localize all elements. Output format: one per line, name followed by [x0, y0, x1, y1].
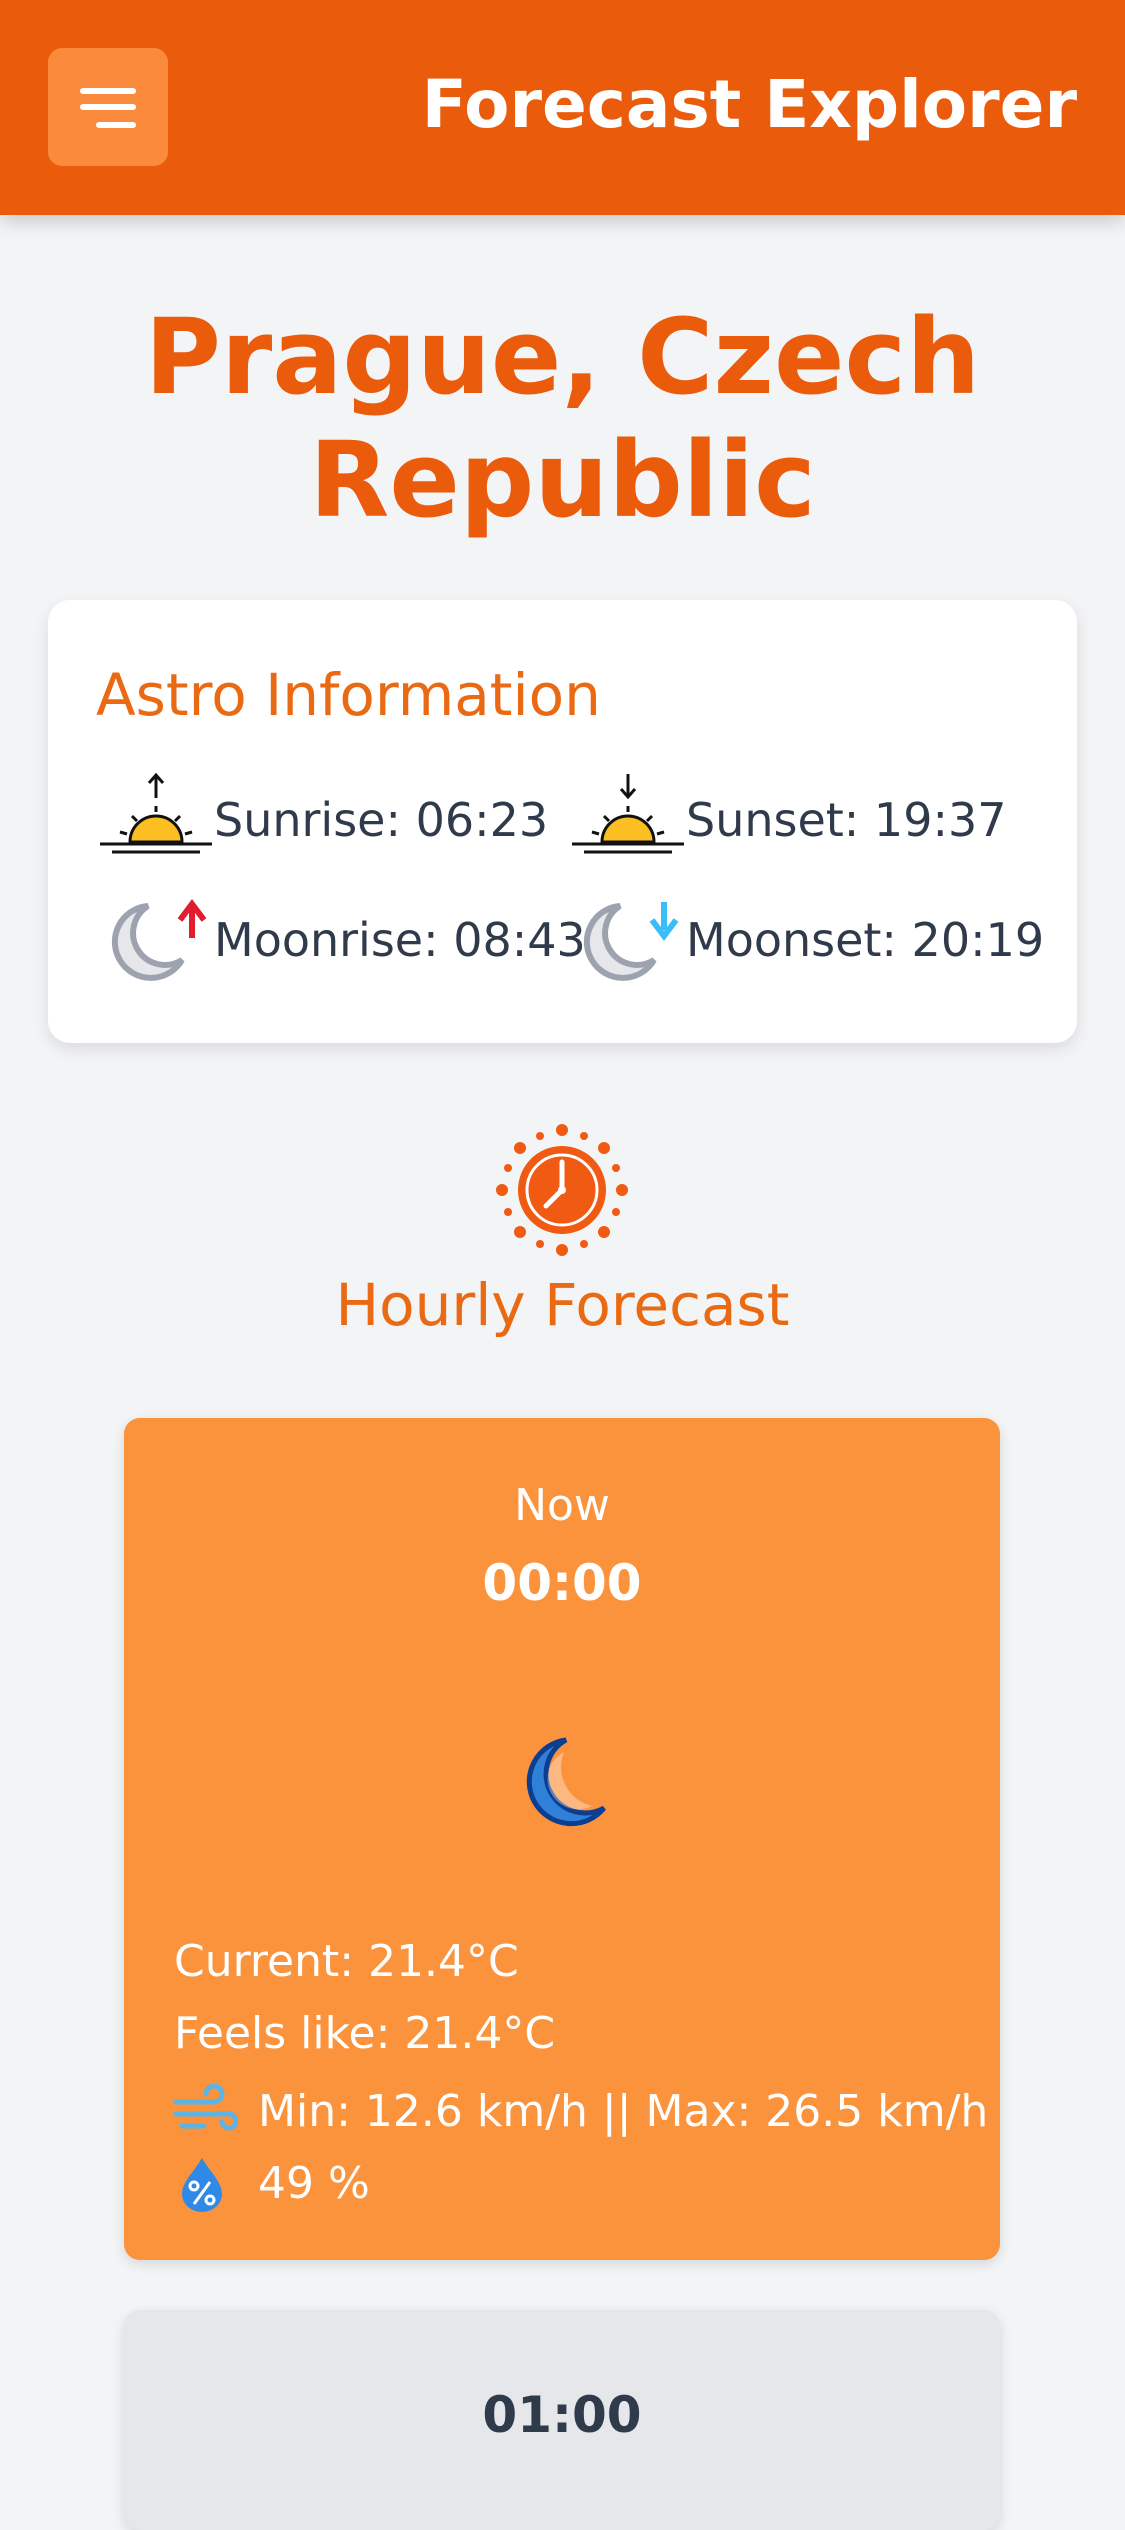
feels-like-temperature: Feels like: 21.4°C: [174, 2008, 556, 2059]
moonrise-icon: [111, 899, 207, 981]
sunset-text: Sunset: 19:37: [686, 793, 1007, 847]
moonrise-text: Moonrise: 08:43: [214, 913, 586, 967]
astro-sunset: Sunset: 19:37: [568, 770, 1007, 870]
hamburger-menu-icon: [80, 88, 136, 94]
hour-card-now[interactable]: Now 00:00 Current: 21.4°C Feels like: 21…: [124, 1418, 1000, 2260]
hamburger-menu-icon-bar: [80, 104, 136, 110]
humidity-text: 49 %: [258, 2158, 370, 2209]
sunrise-text: Sunrise: 06:23: [214, 793, 549, 847]
hamburger-menu-icon-bar: [96, 122, 136, 128]
app-title[interactable]: Forecast Explorer: [422, 72, 1077, 138]
astro-moonrise: Moonrise: 08:43: [96, 890, 586, 990]
wind-row: Min: 12.6 km/h || Max: 26.5 km/h: [174, 2084, 988, 2140]
current-temperature: Current: 21.4°C: [174, 1936, 519, 1987]
moonset-icon: [583, 902, 679, 981]
wind-icon: [174, 2084, 238, 2131]
astro-moonset: Moonset: 20:19: [568, 890, 1044, 990]
city-title: Prague, Czech Republic: [144, 296, 981, 541]
hour-label: Now: [514, 1480, 610, 1531]
moonset-text: Moonset: 20:19: [686, 913, 1045, 967]
sunset-icon: [572, 774, 684, 854]
astro-sunrise: Sunrise: 06:23: [96, 770, 548, 870]
hour-card-next[interactable]: 01:00: [124, 2310, 1000, 2530]
humidity-row: 49 %: [174, 2156, 370, 2212]
hamburger-menu-button[interactable]: [48, 48, 168, 166]
sunrise-icon: [100, 772, 212, 854]
astro-title: Astro Information: [96, 661, 601, 729]
hour-time: 00:00: [482, 1554, 642, 1612]
app-header: Forecast Explorer: [0, 0, 1125, 215]
wind-text: Min: 12.6 km/h || Max: 26.5 km/h: [258, 2086, 989, 2137]
sun-clock-icon: [496, 1124, 628, 1256]
hour-time: 01:00: [482, 2386, 642, 2444]
humidity-drop-icon: [182, 2158, 222, 2212]
hourly-forecast-title: Hourly Forecast: [335, 1271, 790, 1339]
astro-card: Astro Information Sunrise: 06:23 Sunset:…: [48, 600, 1077, 1043]
crescent-moon-icon: [526, 1737, 606, 1827]
